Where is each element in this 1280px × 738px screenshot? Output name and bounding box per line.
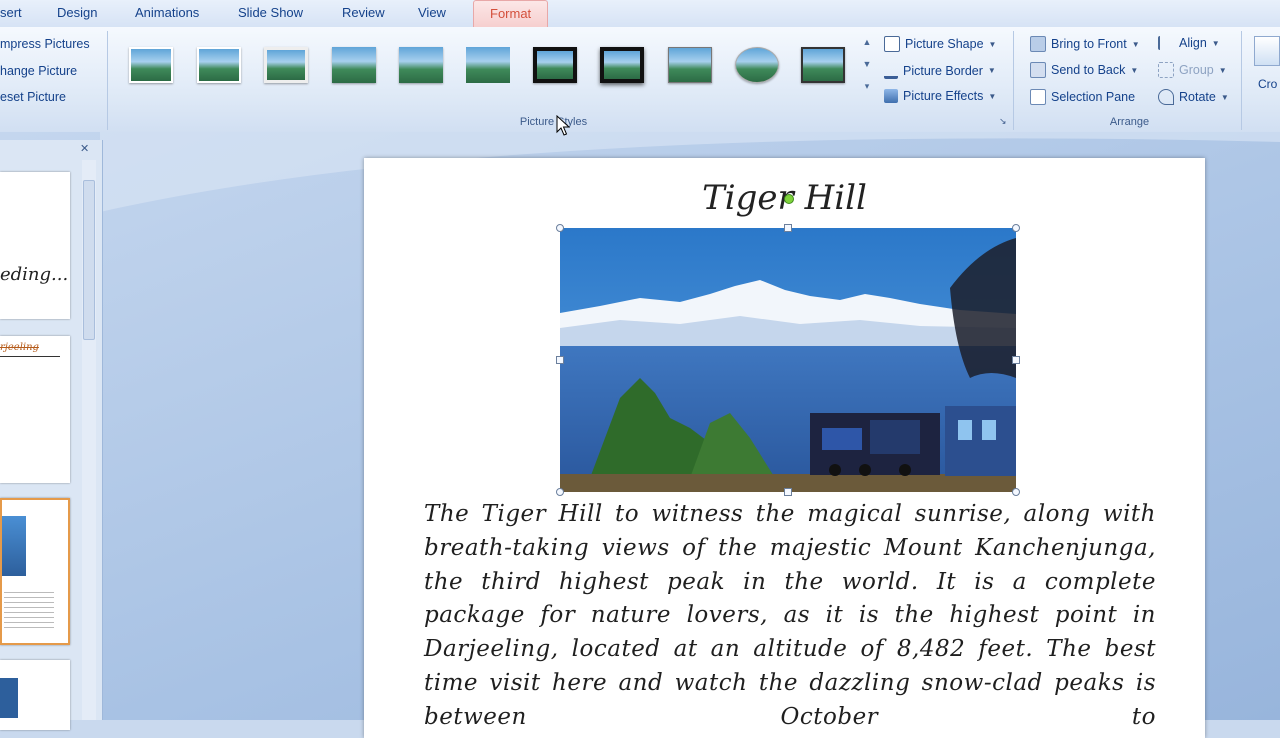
rotate-button[interactable]: Rotate ▼ bbox=[1158, 89, 1229, 105]
send-to-back-label: Send to Back bbox=[1051, 63, 1126, 77]
tab-animations[interactable]: Animations bbox=[135, 5, 199, 20]
picture-style-thumb[interactable] bbox=[735, 47, 779, 83]
adjust-group: mpress Pictures hange Picture eset Pictu… bbox=[0, 31, 108, 130]
send-to-back-button[interactable]: Send to Back ▼ bbox=[1030, 62, 1138, 78]
dropdown-arrow-icon: ▼ bbox=[1130, 65, 1139, 75]
scrollbar-thumb[interactable] bbox=[83, 180, 95, 340]
more-icon[interactable]: ▾ bbox=[859, 81, 875, 103]
slide-thumbnail-1[interactable]: eding... bbox=[0, 172, 70, 319]
picture-effects-label: Picture Effects bbox=[903, 89, 984, 103]
align-label: Align bbox=[1179, 36, 1207, 50]
ribbon-tab-bar: sert Design Animations Slide Show Review… bbox=[0, 0, 1280, 28]
bring-to-front-button[interactable]: Bring to Front ▼ bbox=[1030, 36, 1140, 52]
picture-effects-button[interactable]: Picture Effects ▼ bbox=[884, 89, 996, 103]
bring-to-front-icon bbox=[1030, 36, 1046, 52]
dropdown-arrow-icon: ▼ bbox=[1218, 65, 1227, 75]
resize-handle-e[interactable] bbox=[1012, 356, 1020, 364]
resize-handle-n[interactable] bbox=[784, 224, 792, 232]
tab-format[interactable]: Format bbox=[473, 0, 549, 27]
align-icon bbox=[1158, 36, 1174, 50]
resize-handle-ne[interactable] bbox=[1012, 224, 1020, 232]
close-icon[interactable]: ✕ bbox=[80, 142, 89, 155]
picture-style-thumb[interactable] bbox=[332, 47, 376, 83]
arrange-label: Arrange bbox=[1109, 116, 1150, 128]
change-picture-label: hange Picture bbox=[0, 64, 78, 78]
rotate-label: Rotate bbox=[1179, 90, 1216, 104]
picture-style-thumb[interactable] bbox=[466, 47, 510, 83]
dropdown-arrow-icon: ▼ bbox=[1220, 92, 1229, 102]
align-button[interactable]: Align ▼ bbox=[1158, 36, 1220, 50]
slide-canvas[interactable]: Tiger Hill The Tiger Hill to witness the… bbox=[364, 158, 1205, 738]
chevron-down-icon[interactable]: ▼ bbox=[859, 59, 875, 81]
crop-label: Cro bbox=[1258, 77, 1278, 91]
rotate-handle-icon[interactable] bbox=[784, 194, 794, 204]
thumb-text bbox=[4, 588, 54, 628]
picture-shape-icon bbox=[884, 36, 900, 52]
slide-thumbnail-2[interactable]: rjeeling bbox=[0, 336, 70, 483]
bring-to-front-label: Bring to Front bbox=[1051, 37, 1127, 51]
picture-shape-button[interactable]: Picture Shape ▼ bbox=[884, 36, 996, 52]
gallery-scroll[interactable]: ▲ ▼ ▾ bbox=[859, 37, 875, 103]
send-to-back-icon bbox=[1030, 62, 1046, 78]
dropdown-arrow-icon: ▼ bbox=[987, 66, 996, 75]
picture-shape-label: Picture Shape bbox=[905, 37, 984, 51]
picture-styles-label: Picture Styles bbox=[519, 116, 588, 128]
selection-pane-icon bbox=[1030, 89, 1046, 105]
tab-insert[interactable]: sert bbox=[0, 5, 22, 20]
picture-effects-icon bbox=[884, 89, 898, 103]
resize-handle-s[interactable] bbox=[784, 488, 792, 496]
picture-style-thumb[interactable] bbox=[801, 47, 845, 83]
thumb-photo bbox=[0, 678, 18, 718]
selected-picture[interactable] bbox=[560, 228, 1016, 492]
picture-border-icon bbox=[884, 62, 898, 79]
selection-pane-button[interactable]: Selection Pane bbox=[1030, 89, 1135, 105]
compress-pictures-label: mpress Pictures bbox=[0, 37, 90, 51]
mountain-train-picture bbox=[560, 228, 1016, 492]
dropdown-arrow-icon: ▼ bbox=[1211, 38, 1220, 48]
group-icon bbox=[1158, 62, 1174, 78]
selection-pane-label: Selection Pane bbox=[1051, 90, 1136, 104]
reset-picture-label: eset Picture bbox=[0, 90, 67, 104]
chevron-up-icon[interactable]: ▲ bbox=[859, 37, 875, 59]
slide-body-text[interactable]: The Tiger Hill to witness the magical su… bbox=[424, 498, 1156, 735]
panel-scrollbar[interactable] bbox=[82, 160, 96, 720]
thumb-caption: rjeeling bbox=[0, 342, 39, 353]
compress-pictures-button[interactable]: mpress Pictures bbox=[0, 37, 90, 51]
tab-review[interactable]: Review bbox=[342, 5, 385, 20]
picture-border-label: Picture Border bbox=[903, 63, 983, 78]
group-button[interactable]: Group ▼ bbox=[1158, 62, 1227, 78]
picture-style-thumb[interactable] bbox=[668, 47, 712, 83]
change-picture-button[interactable]: hange Picture bbox=[0, 64, 77, 78]
slide-thumbnail-3-selected[interactable] bbox=[0, 498, 70, 645]
tab-slide-show[interactable]: Slide Show bbox=[238, 5, 303, 20]
resize-handle-se[interactable] bbox=[1012, 488, 1020, 496]
thumb-caption: eding... bbox=[0, 264, 69, 285]
picture-style-thumb[interactable] bbox=[129, 47, 173, 83]
picture-style-thumb[interactable] bbox=[264, 47, 308, 83]
dropdown-arrow-icon: ▼ bbox=[1131, 39, 1140, 49]
rotate-icon bbox=[1158, 89, 1174, 105]
crop-button[interactable]: Cro bbox=[1258, 77, 1277, 91]
resize-handle-w[interactable] bbox=[556, 356, 564, 364]
resize-handle-nw[interactable] bbox=[556, 224, 564, 232]
crop-icon[interactable] bbox=[1254, 36, 1280, 66]
group-label: Group bbox=[1179, 63, 1214, 77]
picture-style-thumb[interactable] bbox=[197, 47, 241, 83]
reset-picture-button[interactable]: eset Picture bbox=[0, 90, 66, 104]
dialog-launcher-icon[interactable]: ↘ bbox=[999, 116, 1007, 127]
thumb-line bbox=[0, 356, 60, 357]
mouse-pointer-icon bbox=[556, 115, 570, 136]
picture-style-thumb[interactable] bbox=[600, 47, 644, 83]
resize-handle-sw[interactable] bbox=[556, 488, 564, 496]
tab-view[interactable]: View bbox=[418, 5, 446, 20]
picture-border-button[interactable]: Picture Border ▼ bbox=[884, 62, 996, 79]
dropdown-arrow-icon: ▼ bbox=[988, 39, 997, 49]
dropdown-arrow-icon: ▼ bbox=[988, 91, 997, 101]
picture-style-thumb[interactable] bbox=[533, 47, 577, 83]
tab-design[interactable]: Design bbox=[57, 5, 97, 20]
picture-style-thumb[interactable] bbox=[399, 47, 443, 83]
thumb-photo bbox=[2, 516, 26, 576]
